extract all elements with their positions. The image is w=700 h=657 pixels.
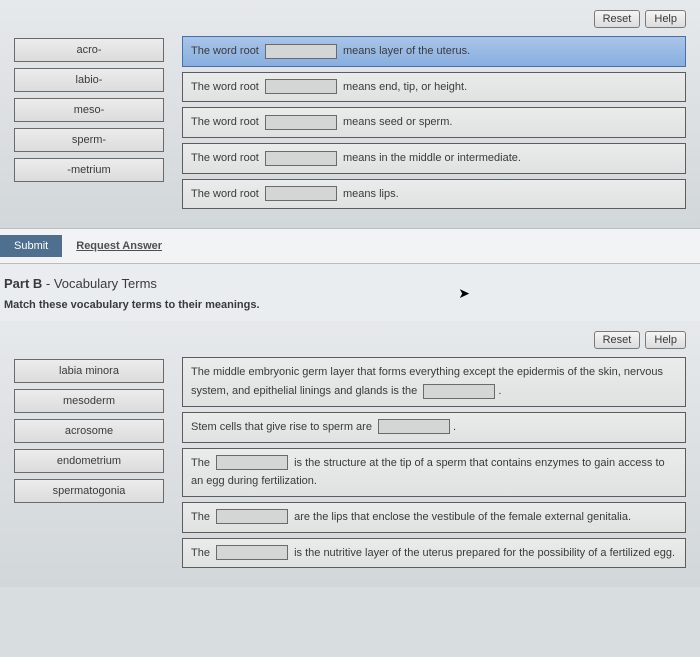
- drop-blank[interactable]: [265, 115, 337, 130]
- target-row[interactable]: The word root means lips.: [182, 179, 686, 210]
- target-pre: The word root: [191, 152, 259, 164]
- target-row[interactable]: Stem cells that give rise to sperm are .: [182, 412, 686, 443]
- term-spermatogonia[interactable]: spermatogonia: [14, 479, 164, 503]
- target-row[interactable]: The word root means seed or sperm.: [182, 107, 686, 138]
- target-post: .: [498, 385, 501, 397]
- part-b-title-bold: Part B: [4, 276, 42, 291]
- part-b-header: Part B - Vocabulary Terms: [0, 264, 700, 295]
- target-row[interactable]: The word root means in the middle or int…: [182, 143, 686, 174]
- target-post: means in the middle or intermediate.: [343, 152, 521, 164]
- target-pre: The word root: [191, 116, 259, 128]
- term-metrium[interactable]: -metrium: [14, 158, 164, 182]
- target-post: means layer of the uterus.: [343, 45, 470, 57]
- drop-blank[interactable]: [216, 509, 288, 524]
- target-pre: The word root: [191, 188, 259, 200]
- part-b-panel: ➤ Reset Help labia minora mesoderm acros…: [0, 321, 700, 587]
- drop-blank[interactable]: [265, 186, 337, 201]
- term-acrosome[interactable]: acrosome: [14, 419, 164, 443]
- part-b-title-rest: - Vocabulary Terms: [42, 276, 157, 291]
- part-b-instruction: Match these vocabulary terms to their me…: [0, 295, 700, 321]
- toolbar-a: Reset Help: [14, 10, 686, 28]
- target-pre: The word root: [191, 81, 259, 93]
- reset-button[interactable]: Reset: [594, 10, 641, 28]
- term-sperm[interactable]: sperm-: [14, 128, 164, 152]
- target-row[interactable]: The is the nutritive layer of the uterus…: [182, 538, 686, 569]
- toolbar-b: Reset Help: [14, 331, 686, 349]
- term-mesoderm[interactable]: mesoderm: [14, 389, 164, 413]
- request-answer-link[interactable]: Request Answer: [76, 240, 162, 252]
- term-labio[interactable]: labio-: [14, 68, 164, 92]
- target-pre: The: [191, 457, 210, 469]
- target-post: is the nutritive layer of the uterus pre…: [294, 547, 675, 559]
- drop-blank[interactable]: [265, 44, 337, 59]
- term-acro[interactable]: acro-: [14, 38, 164, 62]
- target-post: are the lips that enclose the vestibule …: [294, 511, 631, 523]
- target-row[interactable]: The word root means layer of the uterus.: [182, 36, 686, 67]
- drop-blank[interactable]: [423, 384, 495, 399]
- match-area-a: acro- labio- meso- sperm- -metrium The w…: [14, 36, 686, 214]
- drop-blank[interactable]: [216, 455, 288, 470]
- target-post: means end, tip, or height.: [343, 81, 467, 93]
- term-labia-minora[interactable]: labia minora: [14, 359, 164, 383]
- help-button[interactable]: Help: [645, 10, 686, 28]
- drop-blank[interactable]: [265, 151, 337, 166]
- match-area-b: labia minora mesoderm acrosome endometri…: [14, 357, 686, 573]
- target-pre: Stem cells that give rise to sperm are: [191, 421, 372, 433]
- target-pre: The word root: [191, 45, 259, 57]
- help-button[interactable]: Help: [645, 331, 686, 349]
- target-column-a: The word root means layer of the uterus.…: [182, 36, 686, 214]
- submit-button[interactable]: Submit: [0, 235, 62, 257]
- target-row[interactable]: The is the structure at the tip of a spe…: [182, 448, 686, 497]
- target-post: means seed or sperm.: [343, 116, 452, 128]
- term-endometrium[interactable]: endometrium: [14, 449, 164, 473]
- term-column-a: acro- labio- meso- sperm- -metrium: [14, 36, 164, 188]
- drop-blank[interactable]: [378, 419, 450, 434]
- target-pre: The: [191, 511, 210, 523]
- target-row[interactable]: The middle embryonic germ layer that for…: [182, 357, 686, 406]
- drop-blank[interactable]: [216, 545, 288, 560]
- term-column-b: labia minora mesoderm acrosome endometri…: [14, 357, 164, 509]
- submit-bar: Submit Request Answer: [0, 228, 700, 264]
- drop-blank[interactable]: [265, 79, 337, 94]
- target-row[interactable]: The word root means end, tip, or height.: [182, 72, 686, 103]
- target-post: means lips.: [343, 188, 399, 200]
- target-column-b: The middle embryonic germ layer that for…: [182, 357, 686, 573]
- reset-button[interactable]: Reset: [594, 331, 641, 349]
- term-meso[interactable]: meso-: [14, 98, 164, 122]
- part-a-panel: Reset Help acro- labio- meso- sperm- -me…: [0, 0, 700, 228]
- target-post: .: [453, 421, 456, 433]
- target-pre: The: [191, 547, 210, 559]
- target-row[interactable]: The are the lips that enclose the vestib…: [182, 502, 686, 533]
